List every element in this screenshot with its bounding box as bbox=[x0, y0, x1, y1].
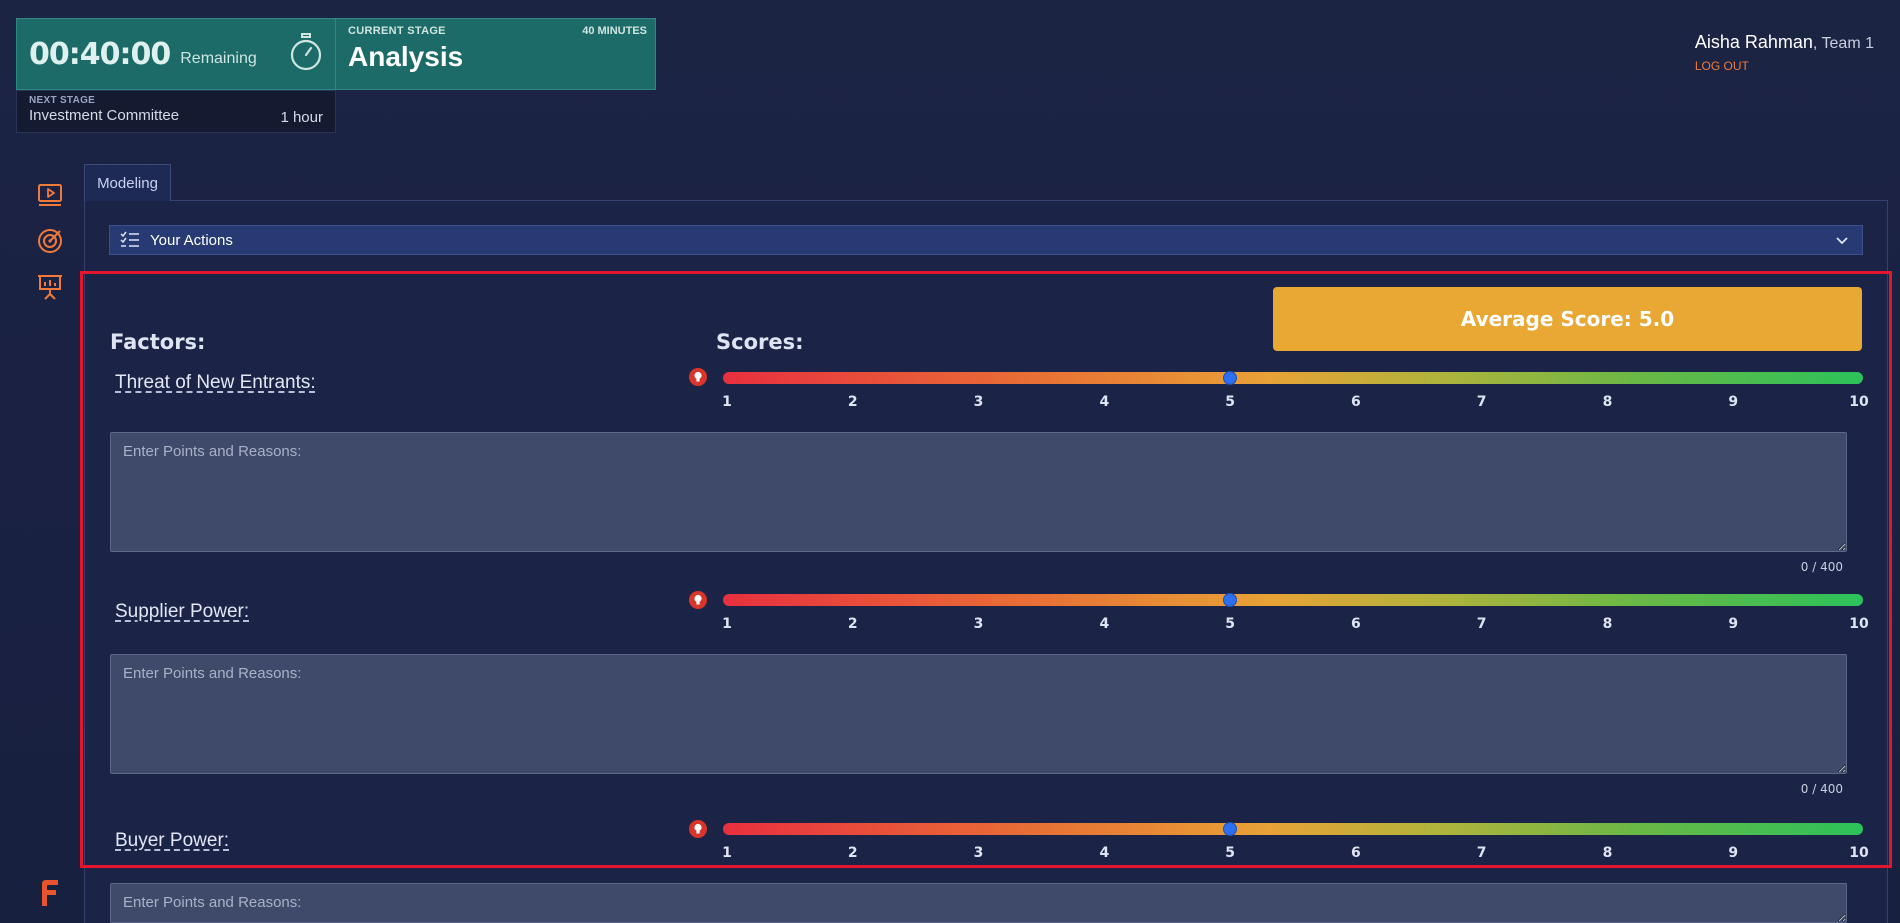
factor-notes-input[interactable] bbox=[110, 883, 1847, 923]
slider-tick-label: 5 bbox=[1225, 616, 1235, 632]
slider-tick-label: 5 bbox=[1225, 394, 1235, 410]
slider-tick-label: 4 bbox=[1099, 394, 1110, 410]
average-score-badge: Average Score: 5.0 bbox=[1273, 287, 1862, 351]
score-slider[interactable] bbox=[723, 593, 1863, 607]
current-stage-duration: 40 MINUTES bbox=[582, 25, 647, 37]
factor-notes-input[interactable] bbox=[110, 654, 1847, 774]
brand-f-logo-icon bbox=[42, 880, 58, 906]
score-slider[interactable] bbox=[723, 371, 1863, 385]
slider-tick-label: 3 bbox=[973, 394, 984, 410]
current-stage-panel: CURRENT STAGE 40 MINUTES Analysis bbox=[335, 18, 656, 90]
slider-track bbox=[723, 372, 1863, 384]
slider-tick-label: 5 bbox=[1225, 845, 1235, 861]
slider-tick-label: 1 bbox=[722, 845, 732, 861]
slider-tick-labels: 1 2 3 4 5 6 7 8 9 10 bbox=[722, 394, 1869, 412]
logout-link[interactable]: LOG OUT bbox=[1695, 59, 1874, 73]
factor-notes-input[interactable] bbox=[110, 432, 1847, 552]
slider-tick-label: 9 bbox=[1728, 845, 1739, 861]
timer-value: 00:40:00 bbox=[29, 36, 171, 72]
slider-thumb[interactable] bbox=[1223, 371, 1238, 385]
slider-tick-labels: 1 2 3 4 5 6 7 8 9 10 bbox=[722, 845, 1869, 863]
your-actions-dropdown[interactable]: Your Actions bbox=[109, 225, 1863, 255]
target-icon[interactable] bbox=[36, 227, 64, 255]
next-stage-panel: NEXT STAGE Investment Committee 1 hour bbox=[16, 90, 336, 133]
slider-tick-label: 9 bbox=[1728, 394, 1739, 410]
scores-heading: Scores: bbox=[716, 330, 804, 354]
hint-bulb-icon[interactable] bbox=[689, 820, 707, 838]
slider-tick-label: 6 bbox=[1351, 394, 1361, 410]
slider-tick-label: 4 bbox=[1099, 845, 1110, 861]
current-stage-name: Analysis bbox=[348, 41, 464, 72]
slider-tick-label: 10 bbox=[1849, 845, 1869, 861]
slider-tick-label: 2 bbox=[847, 845, 858, 861]
slider-tick-label: 2 bbox=[847, 616, 858, 632]
tab-modeling[interactable]: Modeling bbox=[84, 164, 171, 201]
hint-bulb-icon[interactable] bbox=[689, 368, 707, 386]
score-slider[interactable] bbox=[723, 822, 1863, 836]
slider-tick-label: 3 bbox=[973, 845, 984, 861]
slider-tick-label: 1 bbox=[722, 616, 732, 632]
timer-remaining-label: Remaining bbox=[180, 50, 257, 67]
character-count: 0 / 400 bbox=[1800, 560, 1843, 574]
hint-bulb-icon[interactable] bbox=[689, 591, 707, 609]
chevron-down-icon bbox=[1836, 237, 1848, 245]
user-info: Aisha Rahman, Team 1 LOG OUT bbox=[1695, 32, 1874, 73]
slider-tick-label: 9 bbox=[1728, 616, 1739, 632]
slider-tick-labels: 1 2 3 4 5 6 7 8 9 10 bbox=[722, 616, 1869, 634]
slider-tick-label: 10 bbox=[1849, 616, 1869, 632]
slider-tick-label: 10 bbox=[1849, 394, 1869, 410]
factors-heading: Factors: bbox=[110, 330, 206, 354]
factor-label-supplier-power: Supplier Power: bbox=[115, 601, 250, 622]
factor-label-threat-of-new-entrants: Threat of New Entrants: bbox=[115, 372, 316, 393]
user-name: Aisha Rahman bbox=[1694, 32, 1813, 52]
presentation-icon[interactable] bbox=[36, 273, 64, 301]
slider-thumb[interactable] bbox=[1223, 822, 1238, 836]
slider-tick-label: 7 bbox=[1476, 845, 1487, 861]
slider-tick-label: 3 bbox=[973, 616, 984, 632]
slider-tick-label: 8 bbox=[1602, 616, 1613, 632]
timer-panel: 00:40:00 Remaining bbox=[16, 18, 336, 90]
factor-label-buyer-power: Buyer Power: bbox=[115, 830, 230, 851]
slider-tick-label: 7 bbox=[1476, 394, 1487, 410]
your-actions-label: Your Actions bbox=[150, 231, 233, 249]
slider-tick-label: 6 bbox=[1351, 616, 1361, 632]
slider-track bbox=[723, 823, 1863, 835]
slider-tick-label: 1 bbox=[722, 394, 732, 410]
slider-track bbox=[723, 594, 1863, 606]
slider-thumb[interactable] bbox=[1223, 593, 1238, 607]
slider-tick-label: 8 bbox=[1602, 394, 1613, 410]
slider-tick-label: 7 bbox=[1476, 616, 1487, 632]
character-count: 0 / 400 bbox=[1800, 782, 1843, 796]
next-stage-name: Investment Committee bbox=[29, 107, 180, 124]
user-team: , Team 1 bbox=[1812, 35, 1874, 52]
next-stage-label: NEXT STAGE bbox=[29, 95, 96, 106]
video-icon[interactable] bbox=[36, 181, 64, 209]
stopwatch-icon bbox=[290, 33, 322, 71]
slider-tick-label: 8 bbox=[1602, 845, 1613, 861]
next-stage-duration: 1 hour bbox=[280, 109, 323, 126]
slider-tick-label: 2 bbox=[847, 394, 858, 410]
slider-tick-label: 6 bbox=[1351, 845, 1361, 861]
slider-tick-label: 4 bbox=[1099, 616, 1110, 632]
checklist-icon bbox=[120, 231, 139, 247]
